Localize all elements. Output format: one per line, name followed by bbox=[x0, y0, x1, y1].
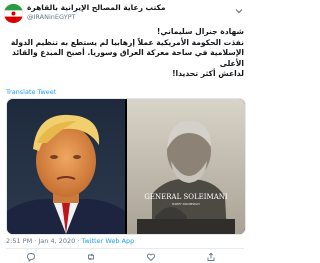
trump-portrait-image[interactable] bbox=[7, 99, 125, 234]
poster-subtitle: HAPPY DOOMSDAY bbox=[172, 202, 200, 206]
retweet-icon[interactable] bbox=[86, 252, 96, 262]
account-handle[interactable]: @IRANinEGYPT bbox=[27, 13, 227, 22]
translate-tweet-link[interactable]: Translate Tweet bbox=[6, 88, 56, 96]
tweet-text-line: الإسلامية في ساحة معركة العراق وسوريا. أ… bbox=[11, 48, 244, 68]
like-icon[interactable] bbox=[146, 252, 156, 262]
poster-title: GENERAL SOLEIMANI bbox=[144, 193, 228, 201]
tweet-text: شهادة جنرال سليماني! نفذت الحكومة الأمري… bbox=[6, 27, 244, 80]
tweet-text-line: لداعش أكثر تحديدا! bbox=[172, 69, 244, 79]
chevron-down-icon[interactable] bbox=[234, 6, 244, 16]
divider bbox=[6, 248, 244, 249]
share-icon[interactable] bbox=[206, 252, 216, 262]
tweet-text-line: نفذت الحكومة الأمريكية عملاً إرهابيا لم … bbox=[10, 37, 244, 47]
reply-icon[interactable] bbox=[26, 252, 36, 262]
flag-avatar-icon bbox=[4, 4, 23, 23]
tweet-timestamp[interactable]: 2:51 PM · Jan 4, 2020 · bbox=[6, 237, 81, 245]
tweet-text-line: شهادة جنرال سليماني! bbox=[156, 27, 244, 36]
tweet-header: مکتب رعاية المصالح الإيرانية بالقاهرة @I… bbox=[4, 3, 246, 23]
tweet-actions bbox=[6, 252, 244, 262]
account-avatar[interactable] bbox=[4, 4, 23, 23]
tweet-meta: 2:51 PM · Jan 4, 2020 · Twitter Web App bbox=[6, 237, 134, 245]
soleimani-poster-image[interactable]: GENERAL SOLEIMANI HAPPY DOOMSDAY bbox=[127, 99, 245, 234]
tweet-source-link[interactable]: Twitter Web App bbox=[81, 237, 134, 245]
tweet-media[interactable]: GENERAL SOLEIMANI HAPPY DOOMSDAY bbox=[6, 98, 246, 235]
account-display-name[interactable]: مکتب رعاية المصالح الإيرانية بالقاهرة bbox=[27, 3, 227, 13]
